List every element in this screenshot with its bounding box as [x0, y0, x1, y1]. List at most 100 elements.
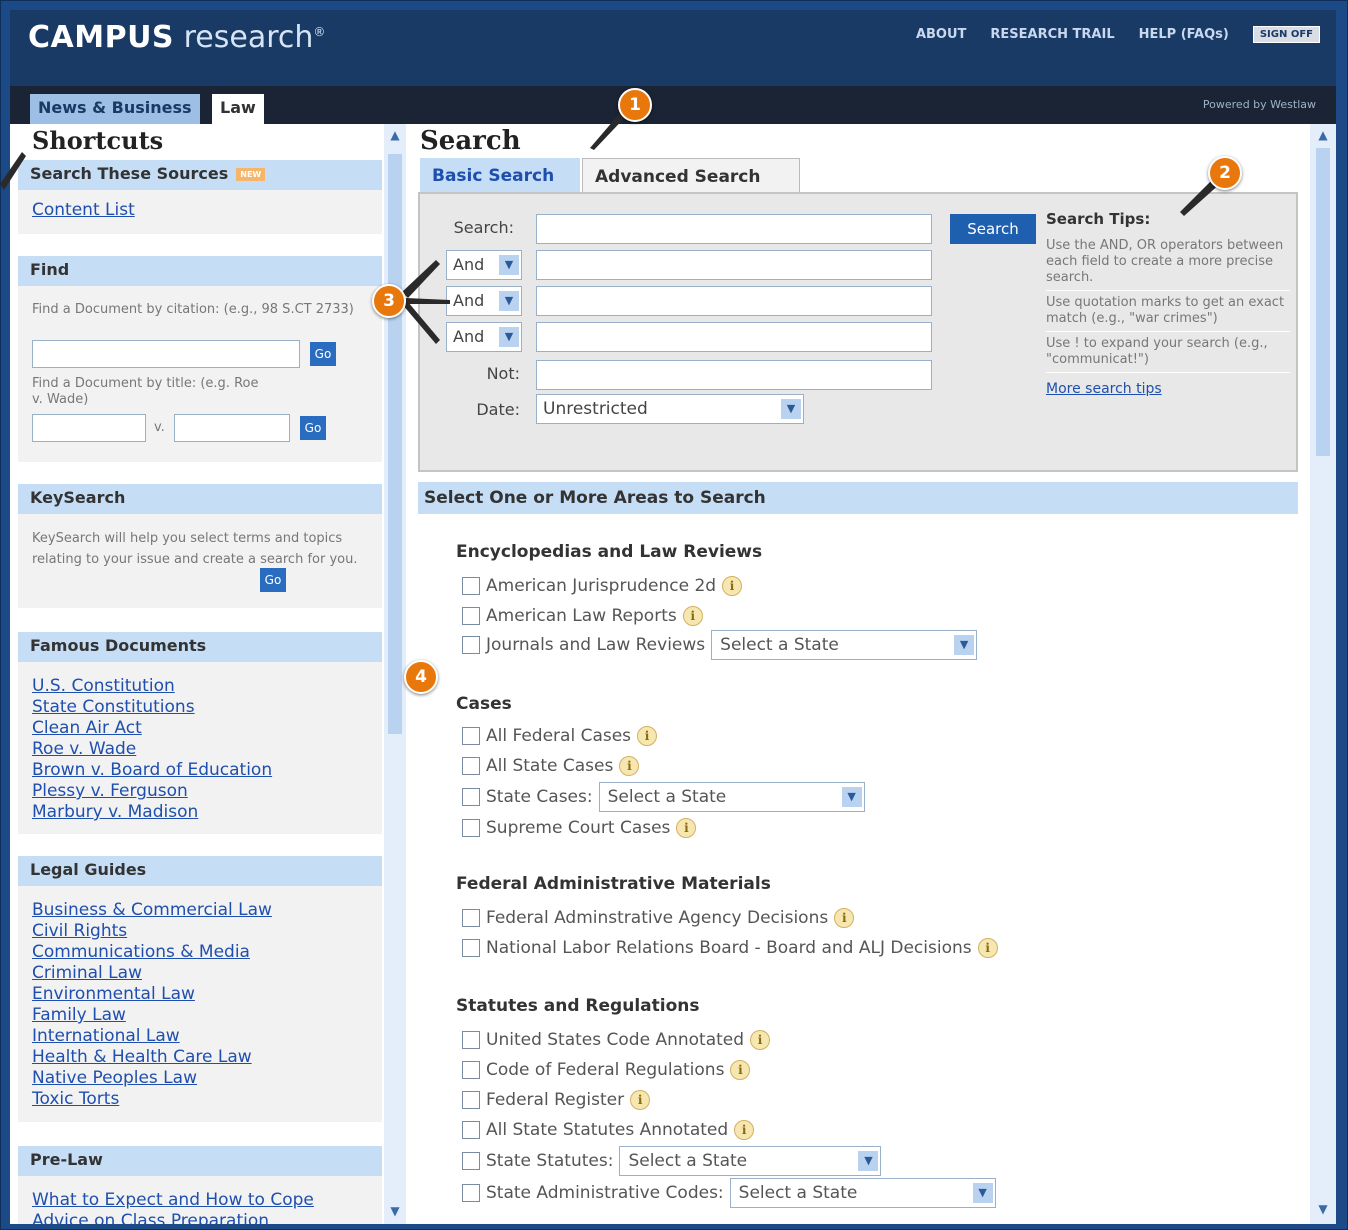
group-title: Statutes and Regulations — [456, 996, 700, 1016]
scroll-up-icon[interactable]: ▲ — [387, 128, 403, 144]
famous-link[interactable]: Marbury v. Madison — [32, 802, 368, 823]
nav-about-link[interactable]: ABOUT — [916, 27, 966, 42]
search-input-4[interactable] — [536, 322, 932, 352]
operator-select-2[interactable]: And ▼ — [446, 286, 522, 316]
checkbox[interactable] — [462, 1184, 480, 1202]
find-box: Find a Document by citation: (e.g., 98 S… — [18, 286, 382, 462]
state-select[interactable]: Select a State ▼ — [619, 1146, 882, 1176]
campus-research-logo[interactable]: CAMPUS research® — [28, 20, 325, 55]
keysearch-header: KeySearch — [18, 484, 382, 514]
title-go-button[interactable]: Go — [300, 416, 326, 440]
operator-select-1[interactable]: And ▼ — [446, 250, 522, 280]
powered-by-label: Powered by Westlaw — [1202, 98, 1316, 111]
info-icon[interactable]: i — [676, 818, 697, 838]
checkbox[interactable] — [462, 1091, 480, 1109]
checkbox[interactable] — [462, 727, 480, 745]
keysearch-text: KeySearch will help you select terms and… — [32, 531, 358, 567]
scroll-up-icon[interactable]: ▲ — [1315, 128, 1331, 144]
search-input-2[interactable] — [536, 250, 932, 280]
checkbox[interactable] — [462, 607, 480, 625]
guide-link[interactable]: International Law — [32, 1026, 368, 1047]
callout-badge-3: 3 — [372, 284, 406, 318]
info-icon[interactable]: i — [834, 908, 855, 928]
search-tip: Use ! to expand your search (e.g., "comm… — [1046, 332, 1290, 373]
prelaw-link[interactable]: What to Expect and How to Cope — [32, 1190, 368, 1211]
info-icon[interactable]: i — [750, 1030, 771, 1050]
citation-go-button[interactable]: Go — [310, 342, 336, 366]
info-icon[interactable]: i — [630, 1090, 651, 1110]
operator-select-3[interactable]: And ▼ — [446, 322, 522, 352]
area-option: All Federal Cases i — [462, 726, 658, 746]
famous-link[interactable]: Clean Air Act — [32, 718, 368, 739]
checkbox[interactable] — [462, 636, 480, 654]
state-select[interactable]: Select a State ▼ — [729, 1178, 996, 1208]
info-icon[interactable]: i — [722, 576, 743, 596]
sign-off-button[interactable]: SIGN OFF — [1252, 26, 1320, 43]
find-title-label: Find a Document by title: (e.g. Roe v. W… — [32, 376, 259, 407]
info-icon[interactable]: i — [730, 1060, 751, 1080]
chevron-down-icon: ▼ — [841, 787, 862, 807]
info-icon[interactable]: i — [619, 756, 640, 776]
famous-link[interactable]: U.S. Constitution — [32, 676, 368, 697]
search-input[interactable] — [536, 214, 932, 244]
tab-law[interactable]: Law — [212, 94, 264, 124]
checkbox[interactable] — [462, 1121, 480, 1139]
citation-input[interactable] — [32, 340, 300, 368]
info-icon[interactable]: i — [734, 1120, 755, 1140]
guide-link[interactable]: Toxic Torts — [32, 1089, 368, 1110]
search-main: Search Basic Search Advanced Search Sear… — [406, 124, 1310, 1224]
famous-link[interactable]: State Constitutions — [32, 697, 368, 718]
state-select[interactable]: Select a State ▼ — [598, 782, 865, 812]
checkbox[interactable] — [462, 577, 480, 595]
checkbox[interactable] — [462, 1152, 480, 1170]
guide-link[interactable]: Criminal Law — [32, 963, 368, 984]
not-label: Not: — [486, 364, 520, 383]
not-input[interactable] — [536, 360, 932, 390]
tab-basic-search[interactable]: Basic Search — [420, 158, 580, 194]
tab-advanced-search[interactable]: Advanced Search — [582, 158, 800, 194]
app-header: CAMPUS research® ABOUT RESEARCH TRAIL HE… — [10, 10, 1336, 86]
prelaw-link[interactable]: Advice on Class Preparation — [32, 1211, 368, 1224]
search-button[interactable]: Search — [950, 214, 1036, 244]
search-input-3[interactable] — [536, 286, 932, 316]
date-select[interactable]: Unrestricted ▼ — [536, 394, 804, 424]
info-icon[interactable]: i — [977, 938, 998, 958]
guide-link[interactable]: Business & Commercial Law — [32, 900, 368, 921]
checkbox[interactable] — [462, 1031, 480, 1049]
area-option: American Jurisprudence 2d i — [462, 576, 743, 596]
checkbox[interactable] — [462, 1061, 480, 1079]
left-scroll-thumb[interactable] — [388, 154, 402, 734]
area-option: Federal Adminstrative Agency Decisions i — [462, 908, 855, 928]
guide-link[interactable]: Communications & Media — [32, 942, 368, 963]
checkbox[interactable] — [462, 939, 480, 957]
more-search-tips-link[interactable]: More search tips — [1046, 381, 1162, 397]
famous-link[interactable]: Roe v. Wade — [32, 739, 368, 760]
title-party2-input[interactable] — [174, 414, 290, 442]
famous-link[interactable]: Plessy v. Ferguson — [32, 781, 368, 802]
product-tab-bar: News & Business Law Powered by Westlaw — [10, 86, 1336, 124]
guide-link[interactable]: Environmental Law — [32, 984, 368, 1005]
keysearch-go-button[interactable]: Go — [260, 568, 286, 592]
nav-research-trail-link[interactable]: RESEARCH TRAIL — [990, 27, 1114, 42]
guide-link[interactable]: Family Law — [32, 1005, 368, 1026]
info-icon[interactable]: i — [637, 726, 658, 746]
title-party1-input[interactable] — [32, 414, 146, 442]
tab-news-business[interactable]: News & Business — [30, 94, 200, 124]
guide-link[interactable]: Health & Health Care Law — [32, 1047, 368, 1068]
guide-link[interactable]: Civil Rights — [32, 921, 368, 942]
scroll-down-icon[interactable]: ▼ — [387, 1204, 403, 1220]
checkbox[interactable] — [462, 909, 480, 927]
checkbox[interactable] — [462, 819, 480, 837]
right-scroll-thumb[interactable] — [1316, 148, 1330, 456]
content-list-link[interactable]: Content List — [32, 200, 368, 221]
famous-documents-header: Famous Documents — [18, 632, 382, 662]
checkbox[interactable] — [462, 757, 480, 775]
checkbox[interactable] — [462, 788, 480, 806]
guide-link[interactable]: Native Peoples Law — [32, 1068, 368, 1089]
state-select[interactable]: Select a State ▼ — [711, 630, 978, 660]
nav-help-link[interactable]: HELP (FAQs) — [1139, 27, 1229, 42]
right-scrollbar[interactable]: ▲ ▼ — [1310, 124, 1336, 1224]
scroll-down-icon[interactable]: ▼ — [1315, 1202, 1331, 1218]
famous-link[interactable]: Brown v. Board of Education — [32, 760, 368, 781]
info-icon[interactable]: i — [682, 606, 703, 626]
